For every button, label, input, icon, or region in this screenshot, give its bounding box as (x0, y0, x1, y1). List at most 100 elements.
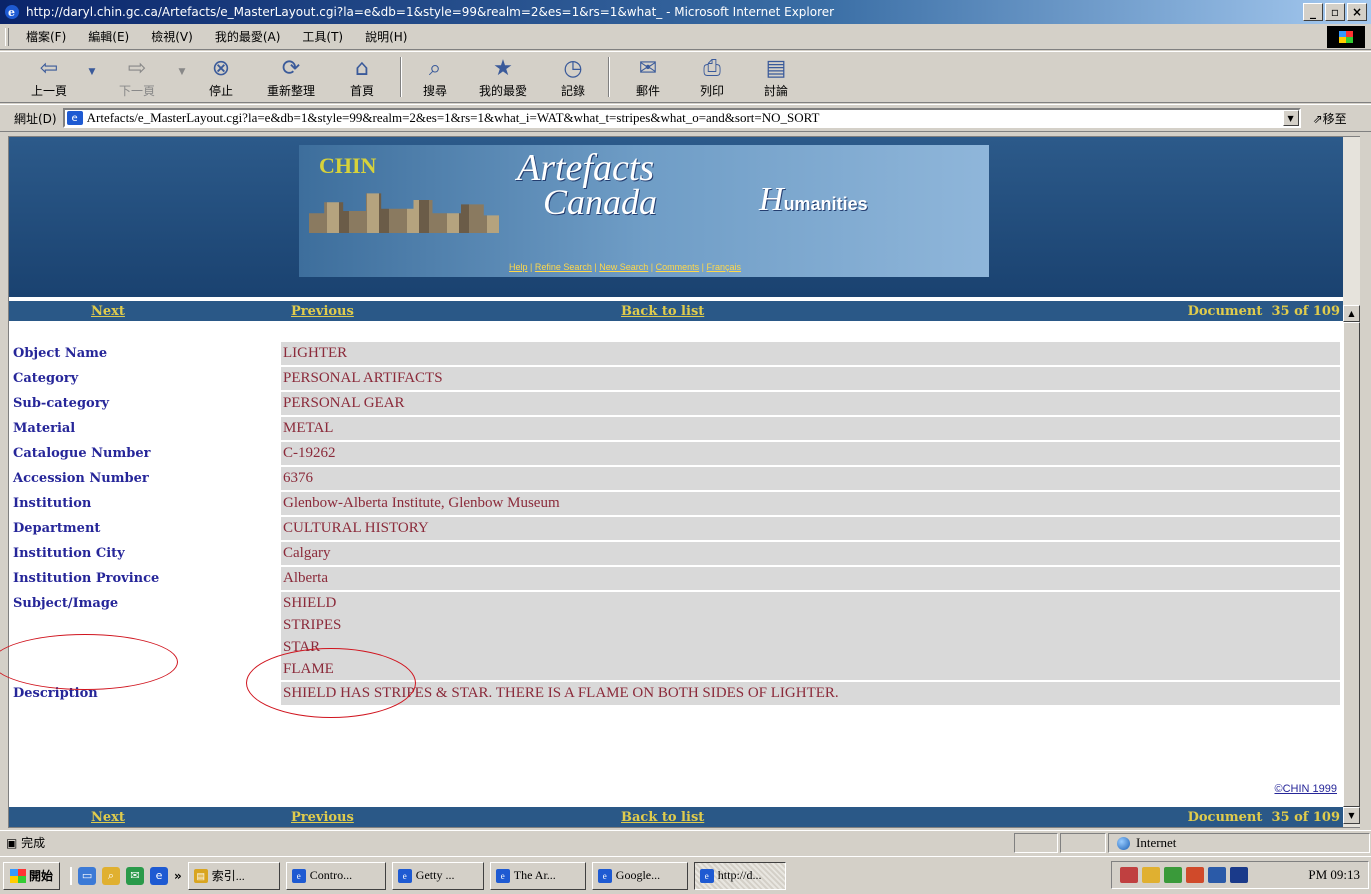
taskbar-item[interactable]: e The Ar... (489, 861, 586, 890)
address-url[interactable]: Artefacts/e_MasterLayout.cgi?la=e&db=1&s… (87, 110, 1277, 126)
field-label: Institution (13, 496, 92, 511)
home-button[interactable]: ⌂ 首頁 (330, 52, 394, 102)
back-to-list-link[interactable]: Back to list (621, 810, 704, 825)
taskbar-item-active[interactable]: e http://d... (693, 861, 786, 890)
quicklaunch-chevron[interactable]: » (174, 869, 182, 883)
tray-language-icon[interactable] (1230, 867, 1248, 883)
field-value: Calgary (281, 542, 1340, 565)
back-label: 上一頁 (30, 84, 67, 98)
discuss-button[interactable]: ▤ 討論 (744, 52, 808, 102)
scroll-down-icon[interactable]: ▼ (1343, 807, 1360, 824)
record-table: Object Name LIGHTER Category PERSONAL ARTI… (9, 342, 1344, 707)
taskbar-item[interactable]: ▤ 索引... (187, 861, 280, 890)
windows-flag-icon (10, 868, 26, 883)
new-search-link[interactable]: New Search (599, 262, 648, 272)
mail-button[interactable]: ✉ 郵件 (616, 52, 680, 102)
start-label: 開始 (29, 869, 54, 883)
menu-help[interactable]: 說明(H) (365, 28, 407, 45)
menu-bar: 檔案(F) 編輯(E) 檢視(V) 我的最愛(A) 工具(T) 說明(H) (0, 24, 1371, 50)
start-button[interactable]: 開始 (3, 861, 61, 890)
print-button[interactable]: ⎙ 列印 (680, 52, 744, 102)
menu-file[interactable]: 檔案(F) (26, 28, 66, 45)
table-row: Material METAL (9, 417, 1344, 440)
address-input[interactable]: e Artefacts/e_MasterLayout.cgi?la=e&db=1… (62, 108, 1301, 128)
stop-button[interactable]: ⊗ 停止 (190, 52, 252, 102)
table-row: Catalogue Number C-19262 (9, 442, 1344, 465)
refresh-button[interactable]: ⟳ 重新整理 (252, 52, 330, 102)
tray-volume-icon[interactable] (1142, 867, 1160, 883)
vertical-scrollbar[interactable]: ▲ ▼ (1343, 137, 1360, 827)
taskbar-clock[interactable]: PM 09:13 (1308, 867, 1360, 883)
forward-dropdown[interactable]: ▼ (174, 52, 190, 102)
scroll-up-icon[interactable]: ▲ (1343, 305, 1360, 322)
history-label: 記錄 (560, 84, 585, 98)
field-value: Glenbow-Alberta Institute, Glenbow Museu… (281, 492, 1340, 515)
minimize-button[interactable]: _ (1303, 3, 1323, 21)
menu-favorites[interactable]: 我的最愛(A) (215, 28, 281, 45)
menu-view[interactable]: 檢視(V) (151, 28, 193, 45)
search-button[interactable]: ⌕ 搜尋 (408, 52, 462, 102)
favorites-folder-icon: ★ (493, 56, 513, 81)
taskbar-item[interactable]: e Contro... (285, 861, 386, 890)
taskbar-item[interactable]: e Google... (591, 861, 688, 890)
comments-link[interactable]: Comments (656, 262, 700, 272)
field-label: Department (13, 521, 101, 536)
ie-window: e http://daryl.chin.gc.ca/Artefacts/e_Ma… (0, 0, 1371, 894)
artefacts-canada-title: Artefacts Canada (517, 149, 658, 222)
print-label: 列印 (699, 84, 724, 98)
forward-button[interactable]: ⇨ 下一頁 (100, 52, 174, 102)
desktop-icon[interactable]: ▭ (78, 866, 97, 885)
francais-link[interactable]: Français (706, 262, 741, 272)
address-dropdown-icon[interactable]: ▼ (1282, 110, 1299, 126)
history-button[interactable]: ◷ 記錄 (544, 52, 602, 102)
status-bar: ▣ 完成 Internet (0, 830, 1371, 854)
refine-search-link[interactable]: Refine Search (535, 262, 592, 272)
status-text: ▣ 完成 (6, 834, 45, 851)
previous-link[interactable]: Previous (291, 304, 354, 319)
address-label: 網址(D) (14, 111, 57, 126)
subject-values: SHIELD STRIPES STAR FLAME (281, 592, 1340, 680)
copyright-link[interactable]: ©CHIN 1999 (1274, 783, 1337, 795)
document-counter: Document 35 of 109 (1188, 810, 1340, 825)
banner-panel: CHIN Artefacts Canada Humanities Help | … (299, 145, 989, 277)
tray-network-icon[interactable] (1120, 867, 1138, 883)
field-label: Material (13, 421, 76, 436)
back-to-list-link[interactable]: Back to list (621, 304, 704, 319)
back-button[interactable]: ⇦ 上一頁 (14, 52, 84, 102)
ie-window-icon: e (397, 868, 412, 883)
field-label: Institution Province (13, 571, 160, 586)
next-link[interactable]: Next (91, 810, 125, 825)
table-row: Institution Province Alberta (9, 567, 1344, 590)
back-dropdown[interactable]: ▼ (84, 52, 100, 102)
go-arrow-icon: ⇗ (1312, 111, 1323, 126)
menu-tools[interactable]: 工具(T) (302, 28, 343, 45)
close-button[interactable]: × (1347, 3, 1367, 21)
explorer-icon[interactable]: ⌕ (102, 866, 121, 885)
favorites-button[interactable]: ★ 我的最愛 (462, 52, 544, 102)
mail-label: 郵件 (635, 84, 660, 98)
document-total: 109 (1312, 809, 1340, 825)
title-bar[interactable]: e http://daryl.chin.gc.ca/Artefacts/e_Ma… (0, 0, 1371, 24)
outlook-icon[interactable]: ✉ (126, 866, 145, 885)
menu-edit[interactable]: 編輯(E) (88, 28, 129, 45)
taskbar-item[interactable]: e Getty ... (391, 861, 484, 890)
tray-ime-icon[interactable] (1208, 867, 1226, 883)
previous-link[interactable]: Previous (291, 810, 354, 825)
system-tray: PM 09:13 (1111, 861, 1369, 889)
table-row: Sub-category PERSONAL GEAR (9, 392, 1344, 415)
scroll-thumb[interactable] (1343, 322, 1360, 807)
tray-app-icon[interactable] (1186, 867, 1204, 883)
field-label: Institution City (13, 546, 125, 561)
canada-word: Canada (543, 182, 658, 222)
help-link[interactable]: Help (509, 262, 528, 272)
menu-grip[interactable] (5, 28, 9, 46)
document-counter: Document 35 of 109 (1188, 304, 1340, 319)
field-label: Accession Number (13, 471, 149, 486)
tray-user-icon[interactable] (1164, 867, 1182, 883)
maximize-button[interactable]: ▫ (1325, 3, 1345, 21)
history-icon: ◷ (563, 56, 583, 81)
ie-quicklaunch-icon[interactable]: e (150, 866, 169, 885)
next-link[interactable]: Next (91, 304, 125, 319)
search-icon: ⌕ (428, 56, 442, 81)
go-button[interactable]: ⇗移至 (1313, 110, 1347, 127)
